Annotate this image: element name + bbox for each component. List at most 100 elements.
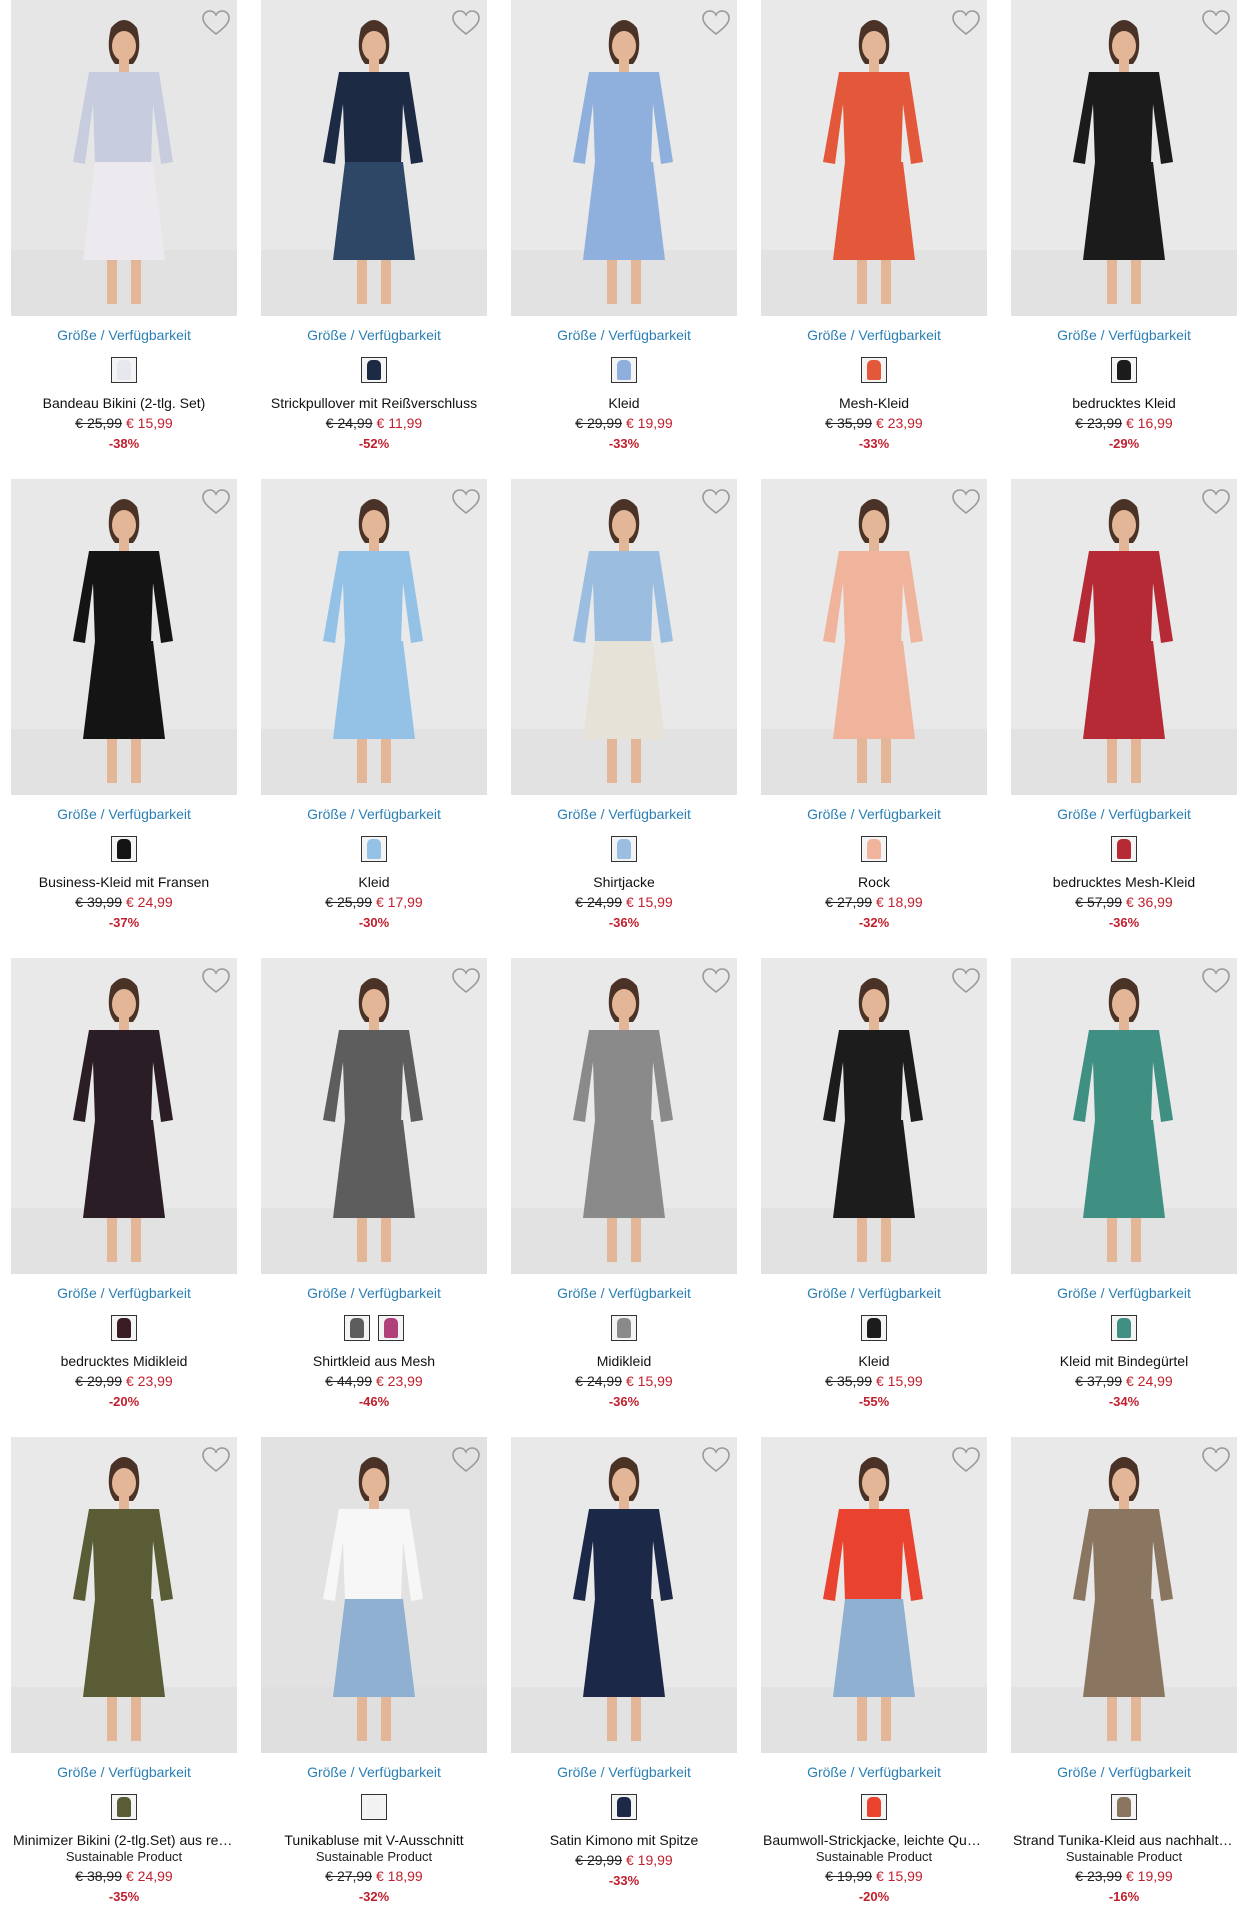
color-swatch[interactable] [861,836,887,862]
size-availability-link[interactable]: Größe / Verfügbarkeit [1011,1284,1237,1302]
size-availability-link[interactable]: Größe / Verfügbarkeit [11,1284,237,1302]
product-card[interactable]: Größe / Verfügbarkeit Minimizer Bikini (2… [11,1437,237,1907]
color-swatch[interactable] [378,1315,404,1341]
heart-outline-icon[interactable] [201,488,231,516]
product-name[interactable]: Strickpullover mit Reißverschluss [261,394,487,412]
product-card[interactable]: Größe / Verfügbarkeit Bandeau Bikini (2-t… [11,0,237,470]
product-image[interactable] [761,1437,987,1753]
product-name[interactable]: Rock [761,873,987,891]
product-card[interactable]: Größe / Verfügbarkeit Strand Tunika-Kleid… [1011,1437,1237,1907]
heart-outline-icon[interactable] [951,967,981,995]
product-card[interactable]: Größe / Verfügbarkeit Midikleid € 24,99 € 1… [511,958,737,1428]
color-swatch[interactable] [111,1315,137,1341]
product-image[interactable] [1011,479,1237,795]
product-card[interactable]: Größe / Verfügbarkeit Mesh-Kleid € 35,99 € … [761,0,987,470]
product-image[interactable] [511,958,737,1274]
product-name[interactable]: bedrucktes Midikleid [11,1352,237,1370]
color-swatch[interactable] [611,836,637,862]
product-image[interactable] [761,0,987,316]
size-availability-link[interactable]: Größe / Verfügbarkeit [511,326,737,344]
color-swatch[interactable] [344,1315,370,1341]
product-image[interactable] [261,479,487,795]
heart-outline-icon[interactable] [701,967,731,995]
heart-outline-icon[interactable] [451,967,481,995]
heart-outline-icon[interactable] [951,9,981,37]
product-image[interactable] [11,479,237,795]
size-availability-link[interactable]: Größe / Verfügbarkeit [761,1763,987,1781]
color-swatch[interactable] [611,1794,637,1820]
heart-outline-icon[interactable] [1201,967,1231,995]
product-name[interactable]: Kleid [261,873,487,891]
color-swatch[interactable] [611,1315,637,1341]
heart-outline-icon[interactable] [951,488,981,516]
color-swatch[interactable] [1111,1794,1137,1820]
heart-outline-icon[interactable] [201,967,231,995]
product-card[interactable]: Größe / Verfügbarkeit Shirtjacke € 24,99 € … [511,479,737,949]
product-name[interactable]: Mesh-Kleid [761,394,987,412]
product-card[interactable]: Größe / Verfügbarkeit Strickpullover mit … [261,0,487,470]
product-name[interactable]: Minimizer Bikini (2-tlg.Set) aus rec... [11,1831,237,1849]
product-card[interactable]: Größe / Verfügbarkeit Satin Kimono mit Sp… [511,1437,737,1907]
product-card[interactable]: Größe / Verfügbarkeit Kleid € 29,99 € 19,99… [511,0,737,470]
product-name[interactable]: Kleid [761,1352,987,1370]
color-swatch[interactable] [361,1794,387,1820]
heart-outline-icon[interactable] [1201,488,1231,516]
heart-outline-icon[interactable] [701,9,731,37]
heart-outline-icon[interactable] [451,1446,481,1474]
color-swatch[interactable] [361,836,387,862]
product-image[interactable] [511,0,737,316]
color-swatch[interactable] [1111,836,1137,862]
size-availability-link[interactable]: Größe / Verfügbarkeit [1011,326,1237,344]
size-availability-link[interactable]: Größe / Verfügbarkeit [11,1763,237,1781]
product-card[interactable]: Größe / Verfügbarkeit bedrucktes Kleid € 2… [1011,0,1237,470]
color-swatch[interactable] [611,357,637,383]
heart-outline-icon[interactable] [201,1446,231,1474]
heart-outline-icon[interactable] [701,488,731,516]
product-name[interactable]: Tunikabluse mit V-Ausschnitt [261,1831,487,1849]
heart-outline-icon[interactable] [1201,1446,1231,1474]
color-swatch[interactable] [361,357,387,383]
product-image[interactable] [511,1437,737,1753]
product-name[interactable]: Kleid mit Bindegürtel [1011,1352,1237,1370]
color-swatch[interactable] [861,1315,887,1341]
color-swatch[interactable] [861,357,887,383]
size-availability-link[interactable]: Größe / Verfügbarkeit [261,1284,487,1302]
product-card[interactable]: Größe / Verfügbarkeit Business-Kleid mit … [11,479,237,949]
size-availability-link[interactable]: Größe / Verfügbarkeit [511,1763,737,1781]
product-card[interactable]: Größe / Verfügbarkeit Shirtkleid aus Mesh… [261,958,487,1428]
product-name[interactable]: Shirtjacke [511,873,737,891]
size-availability-link[interactable]: Größe / Verfügbarkeit [261,805,487,823]
product-card[interactable]: Größe / Verfügbarkeit Kleid € 35,99 € 15,99… [761,958,987,1428]
product-image[interactable] [261,0,487,316]
size-availability-link[interactable]: Größe / Verfügbarkeit [761,805,987,823]
product-image[interactable] [1011,958,1237,1274]
product-card[interactable]: Größe / Verfügbarkeit bedrucktes Mesh-Kle… [1011,479,1237,949]
size-availability-link[interactable]: Größe / Verfügbarkeit [761,1284,987,1302]
heart-outline-icon[interactable] [951,1446,981,1474]
size-availability-link[interactable]: Größe / Verfügbarkeit [511,1284,737,1302]
product-name[interactable]: Bandeau Bikini (2-tlg. Set) [11,394,237,412]
product-image[interactable] [761,958,987,1274]
product-card[interactable]: Größe / Verfügbarkeit bedrucktes Midiklei… [11,958,237,1428]
size-availability-link[interactable]: Größe / Verfügbarkeit [11,326,237,344]
product-name[interactable]: Midikleid [511,1352,737,1370]
heart-outline-icon[interactable] [201,9,231,37]
product-image[interactable] [261,958,487,1274]
product-name[interactable]: bedrucktes Mesh-Kleid [1011,873,1237,891]
product-image[interactable] [11,958,237,1274]
size-availability-link[interactable]: Größe / Verfügbarkeit [511,805,737,823]
heart-outline-icon[interactable] [701,1446,731,1474]
color-swatch[interactable] [1111,357,1137,383]
product-image[interactable] [761,479,987,795]
product-name[interactable]: Shirtkleid aus Mesh [261,1352,487,1370]
product-name[interactable]: bedrucktes Kleid [1011,394,1237,412]
product-name[interactable]: Satin Kimono mit Spitze [511,1831,737,1849]
size-availability-link[interactable]: Größe / Verfügbarkeit [761,326,987,344]
color-swatch[interactable] [111,836,137,862]
size-availability-link[interactable]: Größe / Verfügbarkeit [261,1763,487,1781]
color-swatch[interactable] [1111,1315,1137,1341]
product-name[interactable]: Business-Kleid mit Fransen [11,873,237,891]
product-name[interactable]: Strand Tunika-Kleid aus nachhaltig... [1011,1831,1237,1849]
product-card[interactable]: Größe / Verfügbarkeit Kleid mit Bindegürt… [1011,958,1237,1428]
product-image[interactable] [11,0,237,316]
